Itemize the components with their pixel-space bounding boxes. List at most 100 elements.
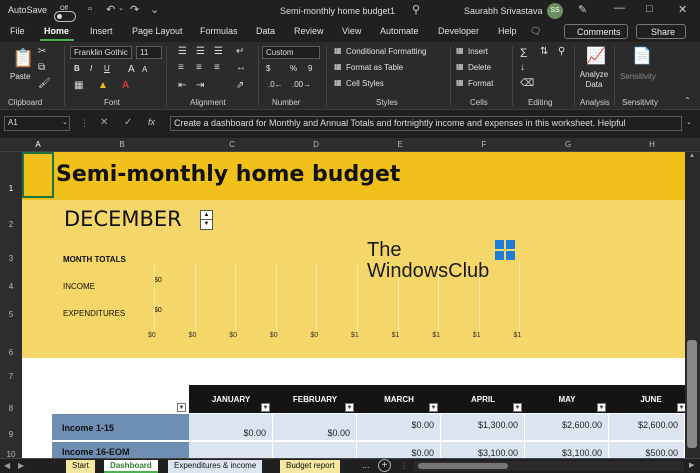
- horizontal-scrollbar-thumb[interactable]: [418, 463, 508, 469]
- increase-indent-icon[interactable]: ⇥: [196, 80, 204, 91]
- table-cell[interactable]: [273, 442, 357, 458]
- coauthor-icon[interactable]: ✎: [578, 3, 587, 16]
- tab-insert[interactable]: Insert: [90, 26, 113, 36]
- column-header-h[interactable]: H: [610, 140, 694, 149]
- formula-input[interactable]: Create a dashboard for Monthly and Annua…: [170, 116, 682, 131]
- customize-toolbar-icon[interactable]: ⌄: [150, 3, 159, 16]
- column-header-e[interactable]: E: [358, 140, 442, 149]
- fill-icon[interactable]: ↓: [520, 62, 525, 73]
- tab-scroll-right-icon[interactable]: ▶: [18, 461, 24, 470]
- table-cell[interactable]: $2,600.00: [609, 414, 685, 440]
- table-cell[interactable]: $0.00: [357, 442, 441, 458]
- name-box-dropdown-icon[interactable]: ⌄: [62, 118, 68, 126]
- increase-font-icon[interactable]: A: [128, 64, 135, 75]
- sort-filter-icon[interactable]: ⇅: [540, 46, 548, 57]
- row-header-5[interactable]: 5: [0, 310, 22, 319]
- enter-icon[interactable]: ✓: [124, 117, 132, 128]
- tab-automate[interactable]: Automate: [380, 26, 419, 36]
- insert-cells-button[interactable]: Insert: [468, 47, 488, 56]
- table-row-label[interactable]: Income 16-EOM: [52, 442, 189, 458]
- borders-icon[interactable]: ▦: [74, 80, 83, 91]
- clear-icon[interactable]: ⌫: [520, 78, 534, 89]
- paste-button[interactable]: Paste: [10, 72, 30, 81]
- currency-button[interactable]: $: [266, 64, 270, 73]
- filter-dropdown-icon[interactable]: ▼: [677, 403, 685, 412]
- sheet-tab-start[interactable]: Start: [66, 460, 95, 473]
- row-header-3[interactable]: 3: [0, 254, 22, 263]
- align-bottom-icon[interactable]: ☰: [214, 46, 223, 57]
- underline-button[interactable]: U: [104, 64, 110, 73]
- autosave-toggle[interactable]: [54, 10, 76, 22]
- paste-icon[interactable]: 📋: [12, 48, 34, 69]
- tab-file[interactable]: File: [10, 26, 25, 36]
- row-header-6[interactable]: 6: [0, 348, 22, 357]
- scrollbar-thumb[interactable]: [687, 340, 697, 448]
- worksheet[interactable]: Semi-monthly home budget DECEMBER ▲ ▼ MO…: [22, 152, 685, 458]
- tab-developer[interactable]: Developer: [438, 26, 479, 36]
- table-cell[interactable]: $3,100.00: [441, 442, 525, 458]
- cancel-icon[interactable]: ✕: [100, 117, 108, 128]
- row-header-7[interactable]: 7: [0, 372, 22, 381]
- tab-page-layout[interactable]: Page Layout: [132, 26, 183, 36]
- save-icon[interactable]: ▫: [88, 3, 92, 15]
- close-icon[interactable]: ✕: [678, 3, 687, 16]
- expand-formula-icon[interactable]: ⌄: [686, 118, 692, 126]
- font-size-select[interactable]: 11: [136, 46, 162, 59]
- tab-view[interactable]: View: [342, 26, 361, 36]
- align-middle-icon[interactable]: ☰: [196, 46, 205, 57]
- delete-cells-button[interactable]: Delete: [468, 63, 491, 72]
- column-header-b[interactable]: B: [54, 140, 190, 149]
- conditional-formatting-button[interactable]: Conditional Formatting: [346, 47, 426, 56]
- filter-dropdown-icon[interactable]: ▼: [429, 403, 438, 412]
- comma-button[interactable]: 9: [308, 64, 312, 73]
- table-cell[interactable]: [189, 442, 273, 458]
- spinner-down-icon[interactable]: ▼: [201, 220, 212, 229]
- select-all-corner[interactable]: [0, 138, 22, 152]
- column-header-a[interactable]: A: [22, 140, 54, 149]
- find-select-icon[interactable]: ⚲: [558, 46, 565, 57]
- tab-home[interactable]: Home: [44, 26, 69, 36]
- tab-help[interactable]: Help: [498, 26, 517, 36]
- filter-dropdown-icon[interactable]: ▼: [261, 403, 270, 412]
- italic-button[interactable]: I: [90, 64, 92, 73]
- minimize-icon[interactable]: —: [614, 2, 625, 14]
- row-header-4[interactable]: 4: [0, 282, 22, 291]
- month-spinner[interactable]: ▲ ▼: [200, 210, 213, 230]
- search-icon[interactable]: ⚲: [412, 3, 420, 16]
- fx-icon[interactable]: fx: [148, 117, 155, 127]
- sensitivity-button[interactable]: Sensitivity: [620, 72, 656, 81]
- table-cell[interactable]: $0.00: [357, 414, 441, 440]
- sheet-tab-budget-report[interactable]: Budget report: [280, 460, 341, 473]
- sheet-tab-expenditures-income[interactable]: Expenditures & income: [168, 460, 263, 473]
- scroll-right-icon[interactable]: ▶: [689, 461, 694, 469]
- align-left-icon[interactable]: ≡: [178, 62, 184, 73]
- wrap-text-icon[interactable]: ↵: [236, 46, 244, 57]
- filter-dropdown-icon[interactable]: ▼: [177, 403, 186, 412]
- row-header-2[interactable]: 2: [0, 220, 22, 229]
- align-center-icon[interactable]: ≡: [196, 62, 202, 73]
- bold-button[interactable]: B: [74, 64, 80, 73]
- tab-formulas[interactable]: Formulas: [200, 26, 238, 36]
- table-cell[interactable]: $3,100.00: [525, 442, 609, 458]
- copy-icon[interactable]: ⧉: [38, 62, 45, 73]
- undo-icon[interactable]: ↶: [106, 3, 115, 16]
- horizontal-scrollbar[interactable]: [414, 461, 684, 471]
- number-format-select[interactable]: Custom: [262, 46, 320, 59]
- name-box[interactable]: A1: [4, 116, 70, 131]
- scroll-up-icon[interactable]: ▲: [689, 153, 695, 159]
- table-cell[interactable]: $0.00: [273, 414, 357, 440]
- percent-button[interactable]: %: [290, 64, 297, 73]
- align-right-icon[interactable]: ≡: [214, 62, 220, 73]
- collapse-ribbon-icon[interactable]: ⌃: [684, 96, 691, 105]
- table-cell[interactable]: $2,600.00: [525, 414, 609, 440]
- table-cell[interactable]: $1,300.00: [441, 414, 525, 440]
- filter-dropdown-icon[interactable]: ▼: [597, 403, 606, 412]
- analyze-data-icon[interactable]: 📈: [586, 46, 606, 66]
- tab-review[interactable]: Review: [294, 26, 324, 36]
- decrease-decimal-icon[interactable]: .00→: [292, 80, 311, 89]
- row-header-9[interactable]: 9: [0, 430, 22, 439]
- merge-center-icon[interactable]: ↔: [236, 62, 246, 73]
- spinner-up-icon[interactable]: ▲: [201, 211, 212, 220]
- add-sheet-button[interactable]: +: [378, 459, 391, 472]
- orientation-icon[interactable]: ⇗: [236, 80, 244, 91]
